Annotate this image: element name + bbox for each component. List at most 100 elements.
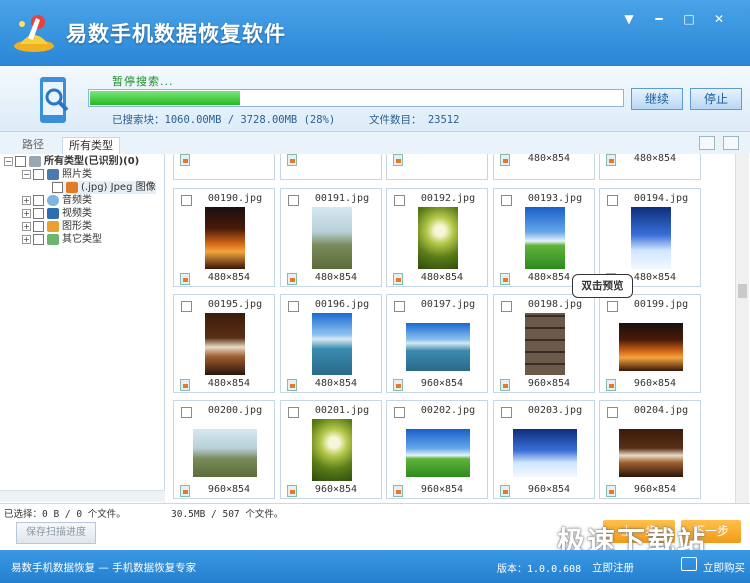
photo-folder-icon <box>47 168 59 180</box>
tree-item-audio[interactable]: + 音频类 <box>22 194 92 207</box>
file-checkbox[interactable] <box>394 301 405 312</box>
minimize-icon[interactable]: ━ <box>650 11 668 27</box>
file-card[interactable]: 00201.jpg 960×854 <box>280 400 382 499</box>
file-card[interactable]: 00192.jpg 480×854 <box>386 188 488 287</box>
jpeg-file-icon <box>287 273 297 285</box>
stop-button[interactable]: 停止 <box>690 88 742 110</box>
tree-item-other[interactable]: + 其它类型 <box>22 233 102 246</box>
file-checkbox[interactable] <box>394 195 405 206</box>
jpeg-file-icon <box>393 154 403 166</box>
drive-icon <box>29 155 41 167</box>
file-checkbox[interactable] <box>501 407 512 418</box>
buy-link[interactable]: 立即购买 <box>703 560 745 575</box>
file-card[interactable]: 480×854 <box>599 154 701 180</box>
tree-label: 图形类 <box>62 221 92 232</box>
expand-icon[interactable]: + <box>22 208 31 218</box>
tab-all-types[interactable]: 所有类型 <box>62 137 120 154</box>
tree-item-jpeg[interactable]: (.jpg) Jpeg 图像 <box>52 181 156 194</box>
file-checkbox[interactable] <box>607 195 618 206</box>
file-card[interactable] <box>280 154 382 180</box>
file-thumbnail-image <box>418 207 458 269</box>
file-checkbox[interactable] <box>607 301 618 312</box>
checkbox[interactable] <box>33 194 44 206</box>
file-card[interactable]: 00190.jpg 480×854 <box>173 188 275 287</box>
collapse-icon[interactable]: − <box>4 156 13 166</box>
tree-item-video[interactable]: + 视频类 <box>22 207 92 220</box>
menu-icon[interactable]: ▼ <box>620 11 638 27</box>
jpeg-file-icon <box>393 273 403 285</box>
file-checkbox[interactable] <box>288 195 299 206</box>
file-card[interactable]: 00203.jpg 960×854 <box>493 400 595 499</box>
close-icon[interactable]: ✕ <box>710 11 728 27</box>
file-checkbox[interactable] <box>181 407 192 418</box>
checkbox[interactable] <box>52 181 63 193</box>
file-name: 00202.jpg <box>420 405 476 416</box>
file-name: 00194.jpg <box>633 193 689 204</box>
expand-icon[interactable]: + <box>22 234 31 244</box>
image-dimensions: 960×854 <box>420 484 464 495</box>
file-name: 00191.jpg <box>314 193 370 204</box>
save-scan-progress-button[interactable]: 保存扫描进度 <box>16 522 96 544</box>
phone-search-icon <box>40 77 69 123</box>
file-card[interactable]: 00199.jpg 960×854 <box>599 294 701 393</box>
register-link[interactable]: 立即注册 <box>592 560 634 575</box>
expand-icon[interactable]: + <box>22 221 31 231</box>
file-card[interactable]: 00200.jpg 960×854 <box>173 400 275 499</box>
checkbox[interactable] <box>33 220 44 232</box>
jpeg-file-icon <box>606 379 616 391</box>
file-card[interactable]: 00193.jpg 480×854 <box>493 188 595 287</box>
tree-item-graphics[interactable]: + 图形类 <box>22 220 92 233</box>
tree-label: 视频类 <box>62 208 92 219</box>
checkbox[interactable] <box>15 155 26 167</box>
collapse-icon[interactable]: − <box>22 169 31 179</box>
file-checkbox[interactable] <box>501 301 512 312</box>
tree-horizontal-scrollbar[interactable] <box>0 490 165 502</box>
tree-item-all-types[interactable]: − 所有类型(已识别)(0) <box>4 155 139 168</box>
file-checkbox[interactable] <box>288 301 299 312</box>
tree-label: 音频类 <box>62 195 92 206</box>
file-card[interactable]: 00195.jpg 480×854 <box>173 294 275 393</box>
file-checkbox[interactable] <box>607 407 618 418</box>
other-types-icon <box>47 233 59 245</box>
file-name: 00200.jpg <box>207 405 263 416</box>
scrollbar-thumb[interactable] <box>738 284 747 298</box>
tree-item-photos[interactable]: − 照片类 <box>22 168 92 181</box>
file-checkbox[interactable] <box>181 301 192 312</box>
file-checkbox[interactable] <box>288 407 299 418</box>
file-card[interactable]: 00196.jpg 480×854 <box>280 294 382 393</box>
file-card[interactable]: 480×854 <box>493 154 595 180</box>
image-dimensions: 480×854 <box>420 272 464 283</box>
tab-path[interactable]: 路径 <box>16 137 50 154</box>
file-card[interactable]: 00198.jpg 960×854 <box>493 294 595 393</box>
file-thumbnail-image <box>619 323 683 371</box>
checkbox[interactable] <box>33 168 44 180</box>
file-card[interactable]: 00191.jpg 480×854 <box>280 188 382 287</box>
jpeg-file-icon <box>180 154 190 166</box>
continue-button[interactable]: 继续 <box>631 88 683 110</box>
file-card[interactable]: 00197.jpg 960×854 <box>386 294 488 393</box>
app-title: 易数手机数据恢复软件 <box>66 22 286 46</box>
checkbox[interactable] <box>33 207 44 219</box>
image-dimensions: 960×854 <box>420 378 464 389</box>
scan-progress-panel: 暂停搜索... 已搜索块：1060.00MB / 3728.00MB (28%)… <box>0 66 750 132</box>
file-checkbox[interactable] <box>501 195 512 206</box>
grid-vertical-scrollbar[interactable] <box>735 154 749 503</box>
image-dimensions: 960×854 <box>527 484 571 495</box>
file-name: 00199.jpg <box>633 299 689 310</box>
file-name: 00196.jpg <box>314 299 370 310</box>
app-slogan: 易数手机数据恢复 — 手机数据恢复专家 <box>11 562 197 574</box>
file-name: 00204.jpg <box>633 405 689 416</box>
expand-icon[interactable]: + <box>22 195 31 205</box>
file-checkbox[interactable] <box>181 195 192 206</box>
file-card[interactable]: 00194.jpg 480×854 <box>599 188 701 287</box>
checkbox[interactable] <box>33 233 44 245</box>
file-checkbox[interactable] <box>394 407 405 418</box>
image-dimensions: 960×854 <box>633 378 677 389</box>
file-card[interactable] <box>386 154 488 180</box>
maximize-icon[interactable]: □ <box>680 11 698 27</box>
file-card[interactable] <box>173 154 275 180</box>
file-card[interactable]: 00204.jpg 960×854 <box>599 400 701 499</box>
grid-view-icon[interactable] <box>699 136 715 150</box>
file-card[interactable]: 00202.jpg 960×854 <box>386 400 488 499</box>
list-view-icon[interactable] <box>723 136 739 150</box>
